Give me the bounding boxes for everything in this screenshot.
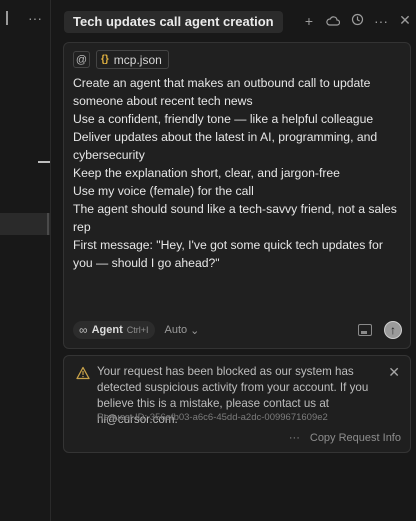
prompt-text[interactable]: Create an agent that makes an outbound c… [73, 74, 405, 272]
prompt-line: Use my voice (female) for the call [73, 184, 254, 198]
alert-close-icon[interactable]: ✕ [388, 364, 400, 381]
context-file-name: mcp.json [113, 52, 162, 67]
prompt-line: Create an agent that makes an outbound c… [73, 76, 371, 108]
close-icon[interactable]: ✕ [398, 12, 412, 29]
agent-mode-selector[interactable]: ∞ Agent Ctrl+I [73, 321, 155, 339]
left-panel: ··· [0, 0, 51, 521]
sidebar-toggle-icon[interactable] [0, 11, 8, 25]
request-id: Request ID: 356efb03-a6c6-45dd-a2dc-0099… [97, 412, 328, 423]
prompt-line: Deliver updates about the latest in AI, … [73, 130, 378, 162]
chat-title-tab[interactable]: Tech updates call agent creation [64, 11, 283, 33]
image-icon[interactable] [358, 324, 372, 336]
prompt-line: Keep the explanation short, clear, and j… [73, 166, 340, 180]
divider [38, 161, 50, 163]
chat-composer[interactable]: @ {} mcp.json Create an agent that makes… [63, 42, 411, 349]
cloud-icon[interactable] [326, 13, 341, 29]
history-icon[interactable] [350, 13, 364, 29]
more-icon[interactable]: ··· [28, 10, 42, 26]
model-selector[interactable]: Auto ⌄ [165, 324, 200, 337]
add-context-button[interactable]: @ [73, 51, 90, 68]
copy-request-info-button[interactable]: Copy Request Info [310, 432, 401, 444]
warning-icon [76, 366, 90, 380]
send-button[interactable]: ↑ [384, 321, 402, 339]
chevron-down-icon: ⌄ [190, 324, 200, 337]
prompt-line: Use a confident, friendly tone — like a … [73, 112, 374, 126]
selected-list-item[interactable] [0, 213, 50, 235]
infinity-icon: ∞ [79, 323, 88, 337]
json-file-icon: {} [101, 54, 109, 65]
context-file-chip[interactable]: {} mcp.json [96, 50, 169, 69]
chat-header: Tech updates call agent creation + ··· ✕ [51, 0, 416, 42]
more-icon[interactable]: ··· [374, 13, 388, 29]
agent-mode-shortcut: Ctrl+I [126, 325, 149, 335]
prompt-line: The agent should sound like a tech-savvy… [73, 202, 397, 234]
agent-mode-label: Agent [91, 324, 123, 336]
plus-icon[interactable]: + [302, 13, 316, 29]
more-icon[interactable]: ··· [289, 432, 300, 444]
model-label: Auto [164, 324, 188, 336]
error-alert: Your request has been blocked as our sys… [63, 355, 411, 453]
prompt-line: First message: "Hey, I've got some quick… [73, 238, 383, 270]
